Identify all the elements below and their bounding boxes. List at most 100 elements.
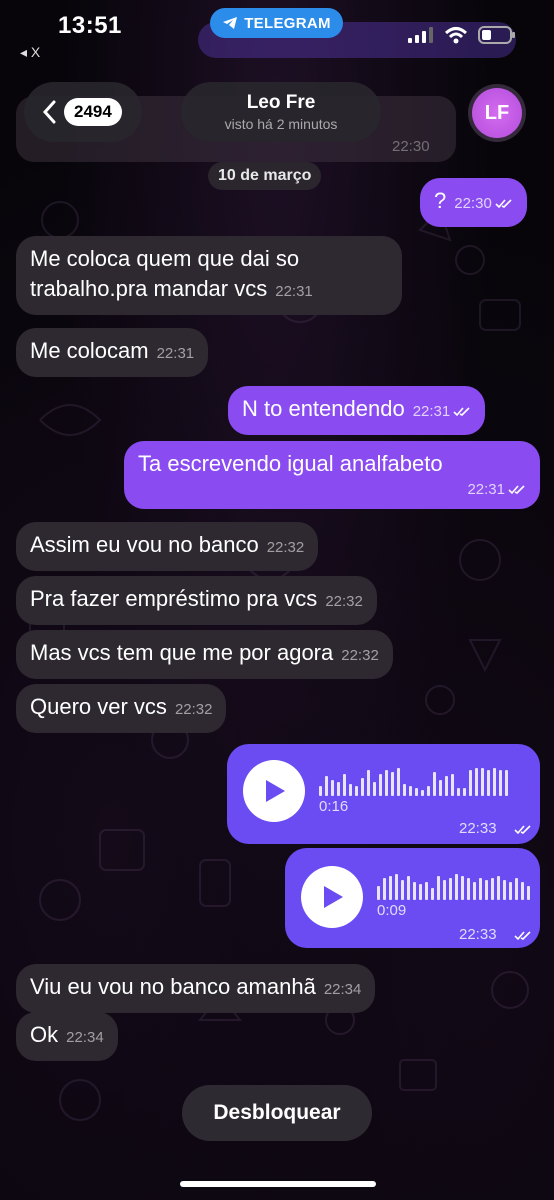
waveform-bar — [473, 882, 476, 900]
waveform-bar — [463, 788, 466, 796]
waveform-bar — [437, 876, 440, 900]
back-button[interactable]: 2494 — [24, 82, 142, 142]
battery-icon — [478, 26, 515, 44]
message-time: 22:31 — [275, 283, 313, 300]
message-time: 22:31 — [412, 403, 451, 420]
message-text: Assim eu vou no banco — [30, 532, 259, 557]
waveform-bar — [433, 772, 436, 796]
voice-time: 22:33 — [459, 820, 497, 837]
waveform-bar — [443, 880, 446, 900]
waveform-bar — [355, 786, 358, 796]
waveform-bar — [325, 776, 328, 796]
waveform-bar — [505, 770, 508, 796]
read-check-icon — [453, 407, 470, 417]
message-text: N to entendendo — [242, 396, 405, 421]
waveform-bar — [383, 878, 386, 900]
waveform-bar — [349, 784, 352, 796]
waveform-bar — [389, 876, 392, 900]
waveform-bar — [475, 768, 478, 796]
waveform-bar — [469, 770, 472, 796]
waveform-bar — [425, 882, 428, 900]
waveform-bar — [449, 878, 452, 900]
message-time: 22:32 — [341, 647, 379, 664]
voice-waveform[interactable] — [319, 766, 508, 796]
message-bubble-in[interactable]: Mas vcs tem que me por agora 22:32 — [16, 630, 393, 679]
waveform-bar — [457, 788, 460, 796]
message-bubble-in[interactable]: Quero ver vcs 22:32 — [16, 684, 227, 733]
voice-message-bubble[interactable]: 0:16 22:33 — [227, 744, 540, 844]
waveform-bar — [439, 780, 442, 796]
waveform-bar — [331, 780, 334, 796]
waveform-bar — [361, 778, 364, 796]
waveform-bar — [481, 768, 484, 796]
message-bubble-out[interactable]: N to entendendo 22:31 — [228, 386, 486, 435]
message-text: Viu eu vou no banco amanhã — [30, 974, 316, 999]
read-check-icon — [514, 931, 531, 941]
message-text: Ta escrevendo igual analfabeto — [138, 451, 443, 476]
message-bubble-in[interactable]: Assim eu vou no banco 22:32 — [16, 522, 319, 571]
message-bubble-in[interactable]: Me colocam 22:31 — [16, 328, 209, 377]
waveform-bar — [377, 886, 380, 900]
message-time: 22:34 — [323, 981, 362, 998]
play-icon — [266, 780, 285, 802]
message-bubble-in[interactable]: Me coloca quem que dai so trabalho.pra m… — [16, 236, 402, 315]
waveform-bar — [395, 874, 398, 900]
waveform-bar — [421, 790, 424, 796]
voice-message-bubble[interactable]: 0:09 22:33 — [285, 848, 540, 948]
waveform-bar — [379, 774, 382, 796]
message-text: Pra fazer empréstimo pra vcs — [30, 586, 318, 611]
waveform-bar — [491, 878, 494, 900]
waveform-bar — [407, 876, 410, 900]
signal-icon — [408, 27, 433, 43]
status-bar: 13:51 ◂ X TELEGRAM — [0, 0, 554, 70]
message-time: 22:30 — [454, 195, 492, 212]
back-to-app-link[interactable]: ◂ X — [20, 44, 40, 61]
telegram-pill[interactable]: TELEGRAM — [210, 8, 343, 38]
message-bubble-in[interactable]: Ok 22:34 — [16, 1012, 118, 1061]
waveform-bar — [527, 886, 530, 900]
message-text: ? — [434, 188, 447, 213]
waveform-bar — [499, 770, 502, 796]
waveform-bar — [391, 772, 394, 796]
avatar[interactable]: LF — [468, 84, 526, 142]
unblock-button[interactable]: Desbloquear — [182, 1085, 372, 1141]
telegram-pill-label: TELEGRAM — [244, 14, 331, 32]
message-bubble-out[interactable]: Ta escrevendo igual analfabeto 22:31 — [124, 441, 540, 509]
waveform-bar — [521, 882, 524, 900]
message-text: Quero ver vcs — [30, 694, 167, 719]
telegram-plane-icon — [223, 17, 238, 29]
waveform-bar — [485, 880, 488, 900]
voice-duration: 0:09 — [377, 902, 407, 919]
voice-time: 22:33 — [459, 926, 497, 943]
message-time: 22:32 — [266, 539, 305, 556]
waveform-bar — [419, 884, 422, 900]
chat-title[interactable]: Leo Fre visto há 2 minutos — [181, 82, 381, 142]
play-button[interactable] — [243, 760, 305, 822]
read-check-icon — [495, 199, 512, 209]
avatar-initials: LF — [484, 101, 510, 124]
voice-waveform[interactable] — [377, 870, 530, 900]
play-icon — [324, 886, 343, 908]
waveform-bar — [319, 786, 322, 796]
waveform-bar — [413, 882, 416, 900]
waveform-bar — [415, 788, 418, 796]
message-text: Me coloca quem que dai so trabalho.pra m… — [30, 246, 300, 301]
waveform-bar — [455, 874, 458, 900]
waveform-bar — [451, 774, 454, 796]
waveform-bar — [431, 888, 434, 900]
waveform-bar — [461, 876, 464, 900]
message-text: Mas vcs tem que me por agora — [30, 640, 334, 665]
clock: 13:51 — [58, 12, 122, 39]
message-bubble-in[interactable]: Pra fazer empréstimo pra vcs 22:32 — [16, 576, 377, 625]
message-bubble-out[interactable]: ? 22:30 — [420, 178, 527, 227]
message-time: 22:32 — [174, 701, 213, 718]
waveform-bar — [367, 770, 370, 796]
contact-name: Leo Fre — [246, 92, 316, 113]
message-time: 22:32 — [325, 593, 363, 610]
home-indicator[interactable] — [180, 1181, 376, 1187]
message-bubble-in[interactable]: Viu eu vou no banco amanhã 22:34 — [16, 964, 376, 1013]
play-button[interactable] — [301, 866, 363, 928]
read-check-icon — [514, 825, 531, 835]
waveform-bar — [487, 770, 490, 796]
waveform-bar — [373, 782, 376, 796]
